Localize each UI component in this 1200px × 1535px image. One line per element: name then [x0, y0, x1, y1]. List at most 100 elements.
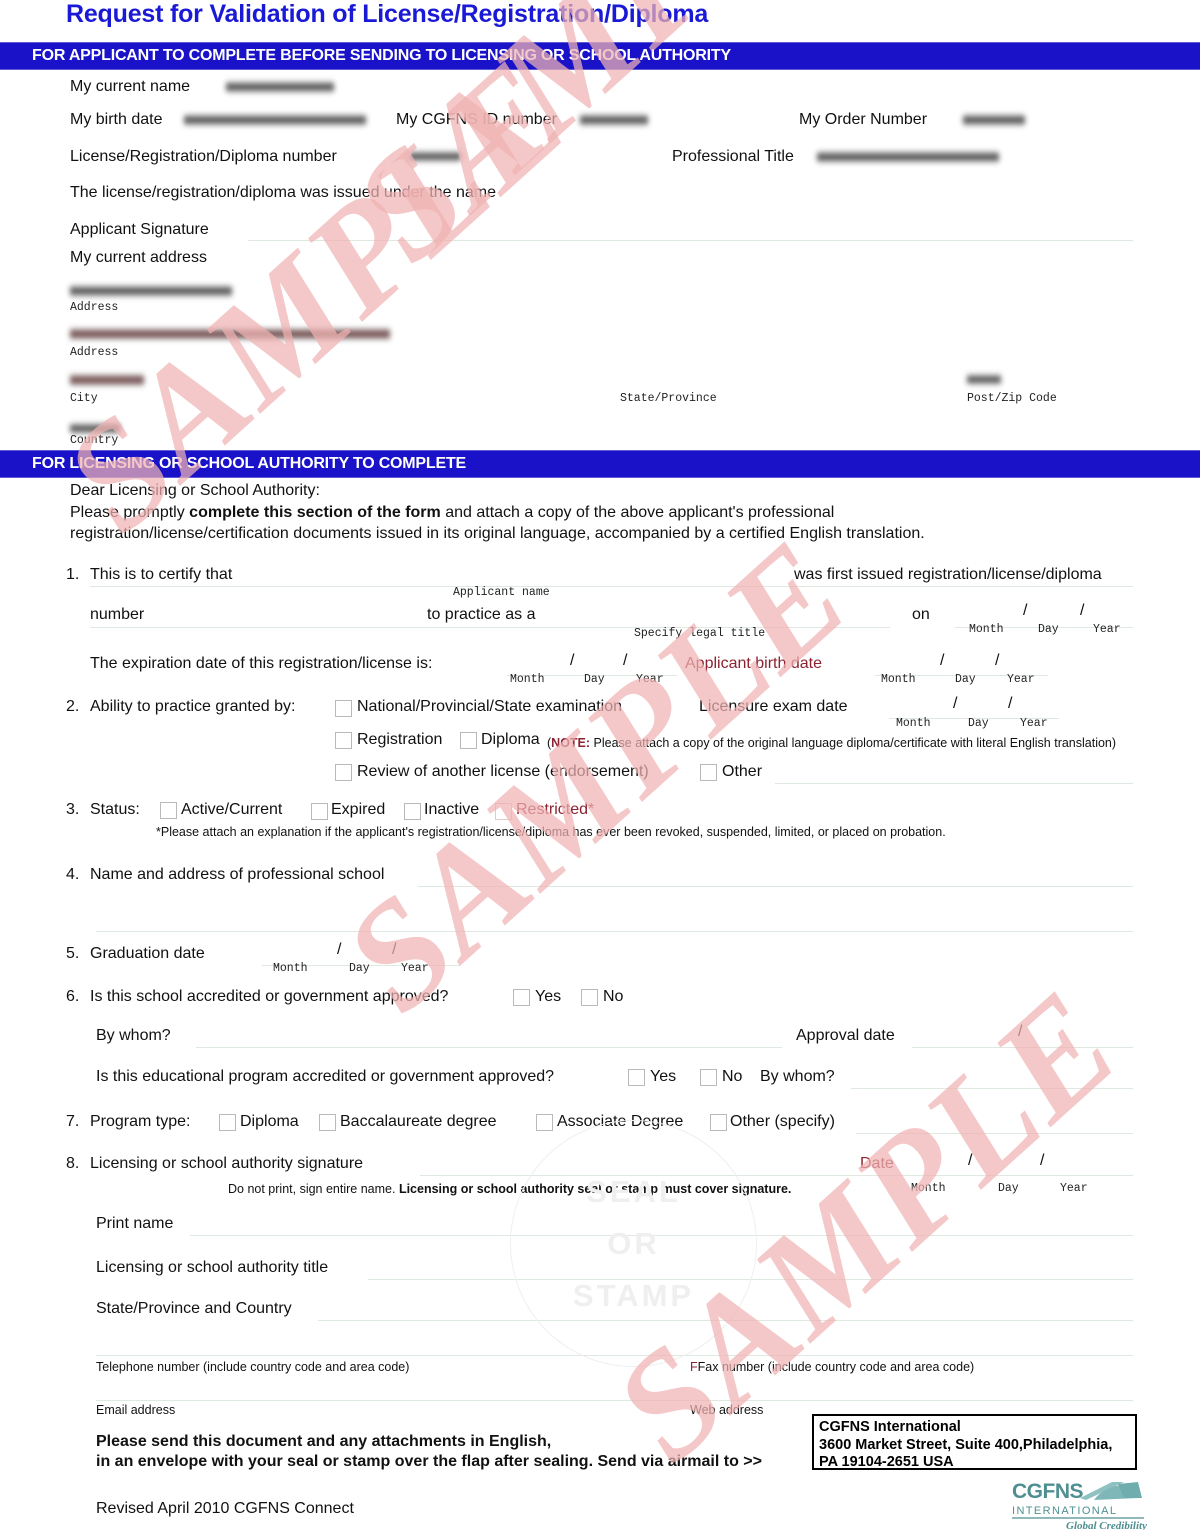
q4-school-line-2[interactable] [96, 931, 1133, 932]
applicant-signature-line[interactable] [248, 240, 1133, 241]
q6-yes: Yes [535, 988, 562, 1005]
checkbox-status-expired[interactable] [311, 803, 328, 820]
q8-slash-1: / [968, 1152, 973, 1169]
q1-bd-year: Year [1007, 673, 1035, 686]
checkbox-program-associate[interactable] [536, 1114, 553, 1131]
q5-text: Graduation date [90, 945, 205, 962]
cgfns-logo-icon: CGFNS INTERNATIONAL Global Credibility [1012, 1480, 1147, 1532]
q8-state-country: State/Province and Country [96, 1300, 292, 1317]
label-email: Email address [96, 1403, 176, 1417]
q3-option-active: Active/Current [181, 801, 283, 818]
q6-by-whom-line[interactable] [196, 1047, 782, 1048]
q1-number-line[interactable] [90, 627, 890, 628]
q7-number: 7. [66, 1113, 80, 1130]
label-fax-text: Fax number (include country code and are… [697, 1360, 975, 1374]
section-header-authority-label: FOR LICENSING OR SCHOOL AUTHORITY TO COM… [32, 455, 466, 472]
q8-text: Licensing or school authority signature [90, 1155, 364, 1172]
q2-text: Ability to practice granted by: [90, 698, 296, 715]
q4-text: Name and address of professional school [90, 866, 385, 883]
checkbox-status-active[interactable] [160, 802, 177, 819]
q1-applicant-name-line[interactable] [90, 586, 1133, 587]
intro-line-2: registration/license/certification docum… [70, 525, 925, 542]
value-city-redacted [70, 373, 144, 387]
checkbox-status-restricted[interactable] [495, 803, 512, 820]
logo-wordmark: CGFNS [1012, 1480, 1083, 1503]
seal-or-stamp-watermark: SEAL OR STAMP [510, 1120, 757, 1367]
checkbox-school-accredited-yes[interactable] [513, 989, 530, 1006]
q3-option-restricted: Restricted* [516, 801, 595, 818]
intro-line-1: Please promptly complete this section of… [70, 504, 834, 522]
q8-instruction-plain: Do not print, sign entire name. [228, 1182, 399, 1196]
q2-note-bold: NOTE: [551, 736, 591, 750]
q5-number: 5. [66, 945, 80, 962]
q1-text-b: was first issued registration/license/di… [793, 566, 1103, 584]
q8-year: Year [1060, 1182, 1088, 1195]
value-current-name-redacted [226, 80, 334, 94]
q2-other-line[interactable] [775, 783, 1133, 784]
intro-prefix: Please promptly [70, 504, 190, 521]
q1-expiration-text: The expiration date of this registration… [90, 655, 433, 672]
checkbox-program-accredited-no[interactable] [700, 1069, 717, 1086]
q1-applicant-name-label: Applicant name [453, 586, 550, 599]
intro-suffix: and attach a copy of the above applicant… [440, 504, 835, 521]
q2-option-review: Review of another license (endorsement) [357, 763, 649, 780]
contact-line-2[interactable] [96, 1400, 1133, 1401]
q1-issue-month: Month [969, 623, 1004, 636]
q6-program-no: No [722, 1068, 743, 1085]
q6-approval-date-line[interactable] [912, 1047, 1133, 1048]
checkbox-diploma[interactable] [460, 732, 477, 749]
q8-month: Month [911, 1182, 946, 1195]
value-cgfns-id-redacted [580, 113, 648, 127]
seal-line-2: OR [607, 1225, 660, 1261]
q6-by-whom: By whom? [96, 1027, 171, 1044]
checkbox-status-inactive[interactable] [404, 803, 421, 820]
label-post-zip: Post/Zip Code [967, 392, 1057, 405]
checkbox-program-accredited-yes[interactable] [628, 1069, 645, 1086]
q1-bd-slash-2: / [995, 652, 1000, 669]
q4-school-line-1[interactable] [418, 886, 1133, 887]
q7-option-baccalaureate: Baccalaureate degree [340, 1113, 497, 1130]
q3-text: Status: [90, 801, 140, 818]
q6-no: No [603, 988, 624, 1005]
q1-exp-slash-2: / [623, 652, 628, 669]
q2-slash-1: / [953, 695, 958, 712]
label-license-number: License/Registration/Diploma number [70, 148, 337, 165]
label-cgfns-id: My CGFNS ID number [396, 111, 557, 128]
q5-month: Month [273, 962, 308, 975]
q2-year: Year [1020, 717, 1048, 730]
checkbox-other-granted[interactable] [700, 764, 717, 781]
q1-exp-day: Day [584, 673, 605, 686]
checkbox-program-baccalaureate[interactable] [319, 1114, 336, 1131]
label-country: Country [70, 434, 119, 447]
cgfns-logo: CGFNS INTERNATIONAL Global Credibility [1012, 1478, 1152, 1532]
label-fax: FFax number (include country code and ar… [690, 1360, 975, 1374]
label-web: Web address [690, 1403, 764, 1417]
q2-number: 2. [66, 698, 80, 715]
checkbox-school-accredited-no[interactable] [581, 989, 598, 1006]
q5-slash-2: / [392, 941, 397, 958]
value-order-number-redacted [963, 113, 1025, 127]
q6-program-by-whom-line[interactable] [851, 1088, 1133, 1089]
logo-tagline: Global Credibility [1066, 1520, 1147, 1530]
checkbox-review-endorsement[interactable] [335, 764, 352, 781]
label-professional-title: Professional Title [672, 148, 794, 165]
q5-slash-1: / [337, 941, 342, 958]
value-address2-redacted [70, 327, 390, 341]
checkbox-national-exam[interactable] [335, 700, 352, 717]
q6-approval-slash: / [1018, 1023, 1023, 1040]
checkbox-program-diploma[interactable] [219, 1114, 236, 1131]
q4-number: 4. [66, 866, 80, 883]
cgfns-address-box: CGFNS International 3600 Market Street, … [812, 1414, 1137, 1470]
q7-option-diploma: Diploma [240, 1113, 299, 1130]
label-address2: Address [70, 346, 119, 359]
q1-issue-slash-2: / [1080, 602, 1085, 619]
q6-text: Is this school accredited or government … [90, 988, 449, 1005]
checkbox-registration[interactable] [335, 732, 352, 749]
q7-other-line[interactable] [856, 1133, 1133, 1134]
q8-signature-line[interactable] [420, 1175, 1133, 1176]
q3-footnote: *Please attach an explanation if the app… [156, 825, 946, 839]
q1-issue-slash-1: / [1023, 602, 1028, 619]
value-zip-redacted [967, 373, 1001, 386]
checkbox-program-other[interactable] [710, 1114, 727, 1131]
q2-licensure-exam-date: Licensure exam date [699, 698, 848, 715]
